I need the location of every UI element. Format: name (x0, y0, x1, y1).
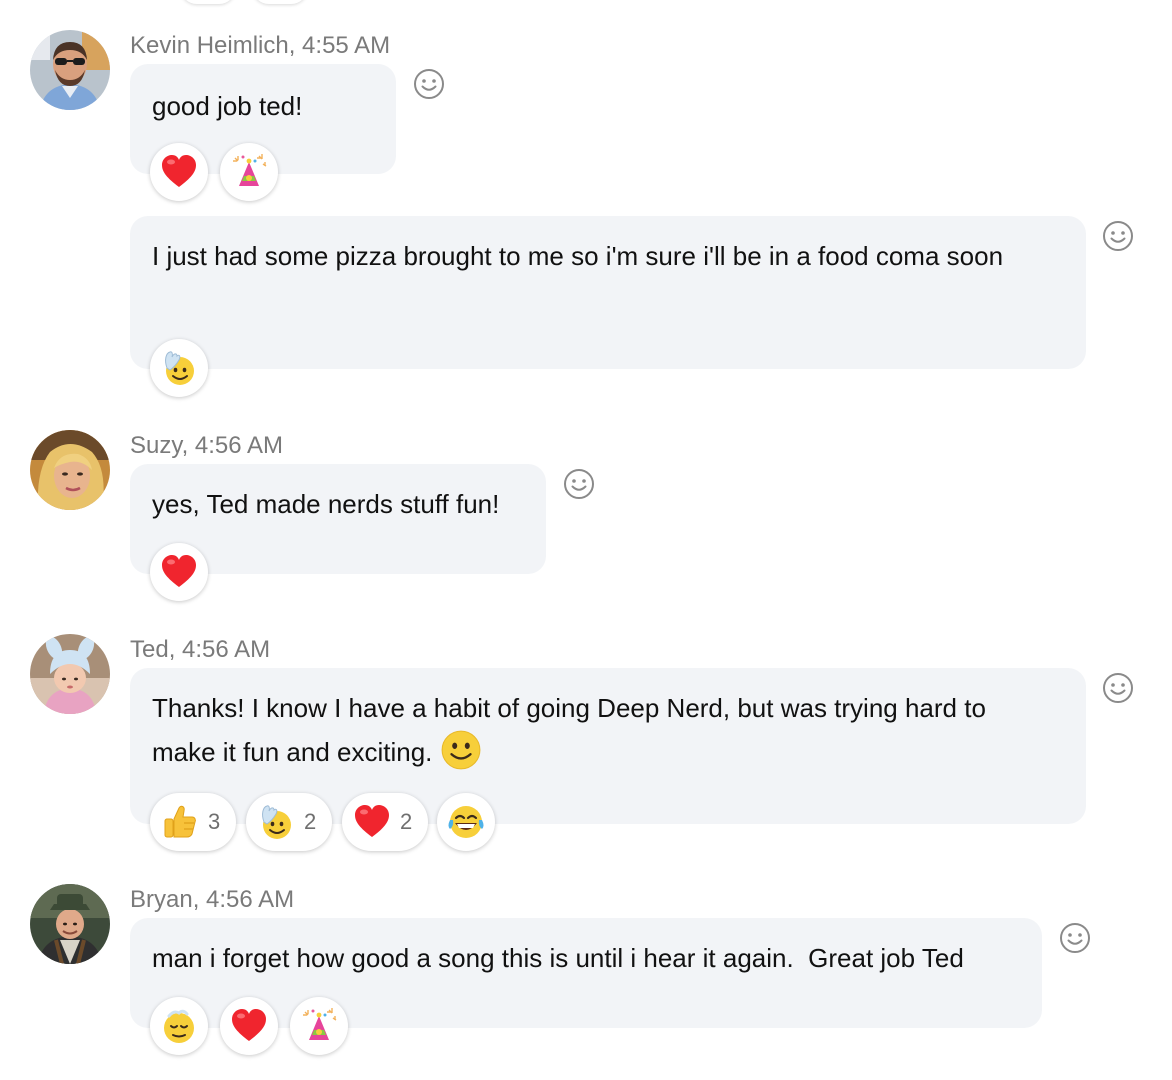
reaction-tears-of-joy[interactable] (437, 793, 495, 851)
reaction-party-hat[interactable] (220, 143, 278, 201)
smiley-icon (440, 729, 482, 771)
add-reaction-icon[interactable] (1101, 219, 1135, 253)
add-reaction-icon[interactable] (412, 67, 446, 101)
tears-of-joy-icon (446, 802, 486, 842)
reaction-heart[interactable]: 2 (342, 793, 428, 851)
heart-icon (159, 552, 199, 592)
avatar-ted[interactable] (30, 634, 110, 714)
reaction-heart[interactable] (150, 143, 208, 201)
message-text: good job ted! (152, 91, 303, 121)
avatar-kevin[interactable] (30, 30, 110, 110)
bowing-face-icon (159, 1006, 199, 1046)
reaction-bowing-face[interactable] (150, 997, 208, 1055)
message-text: I just had some pizza brought to me so i… (152, 241, 1004, 271)
waving-face-icon (256, 802, 296, 842)
reaction-count: 2 (304, 809, 317, 834)
message-text: man i forget how good a song this is unt… (152, 943, 964, 973)
reaction-party-hat[interactable] (290, 997, 348, 1055)
add-reaction-icon[interactable] (1058, 921, 1092, 955)
sender-name: Suzy, 4:56 AM (130, 432, 283, 459)
previous-reaction-chip[interactable] (252, 0, 308, 4)
sender-name: Ted, 4:56 AM (130, 636, 271, 663)
reaction-heart[interactable] (150, 543, 208, 601)
reaction-count: 2 (400, 809, 413, 834)
reaction-waving-face[interactable] (150, 339, 208, 397)
add-reaction-icon[interactable] (562, 467, 596, 501)
reaction-waving-face[interactable]: 2 (246, 793, 332, 851)
message-text: Thanks! I know I have a habit of going D… (152, 686, 1052, 775)
message-bubble[interactable]: I just had some pizza brought to me so i… (130, 216, 1086, 369)
add-reaction-icon[interactable] (1101, 671, 1135, 705)
message-text: yes, Ted made nerds stuff fun! (152, 489, 500, 519)
heart-icon (352, 802, 392, 842)
waving-face-icon (159, 348, 199, 388)
sender-name: Kevin Heimlich, 4:55 AM (130, 32, 391, 59)
thumbs-up-icon (160, 802, 200, 842)
party-hat-icon (299, 1006, 339, 1046)
reaction-count: 3 (208, 809, 221, 834)
avatar-suzy[interactable] (30, 430, 110, 510)
reaction-thumbs-up[interactable]: 3 (150, 793, 236, 851)
heart-icon (229, 1006, 269, 1046)
heart-icon (159, 152, 199, 192)
message-text-content: Thanks! I know I have a habit of going D… (152, 693, 986, 767)
reaction-heart[interactable] (220, 997, 278, 1055)
previous-reaction-chip[interactable] (180, 0, 236, 4)
chat-thread: Kevin Heimlich, 4:55 AM good job ted! I … (0, 0, 1172, 1080)
avatar-bryan[interactable] (30, 884, 110, 964)
party-hat-icon (229, 152, 269, 192)
sender-name: Bryan, 4:56 AM (130, 886, 295, 913)
